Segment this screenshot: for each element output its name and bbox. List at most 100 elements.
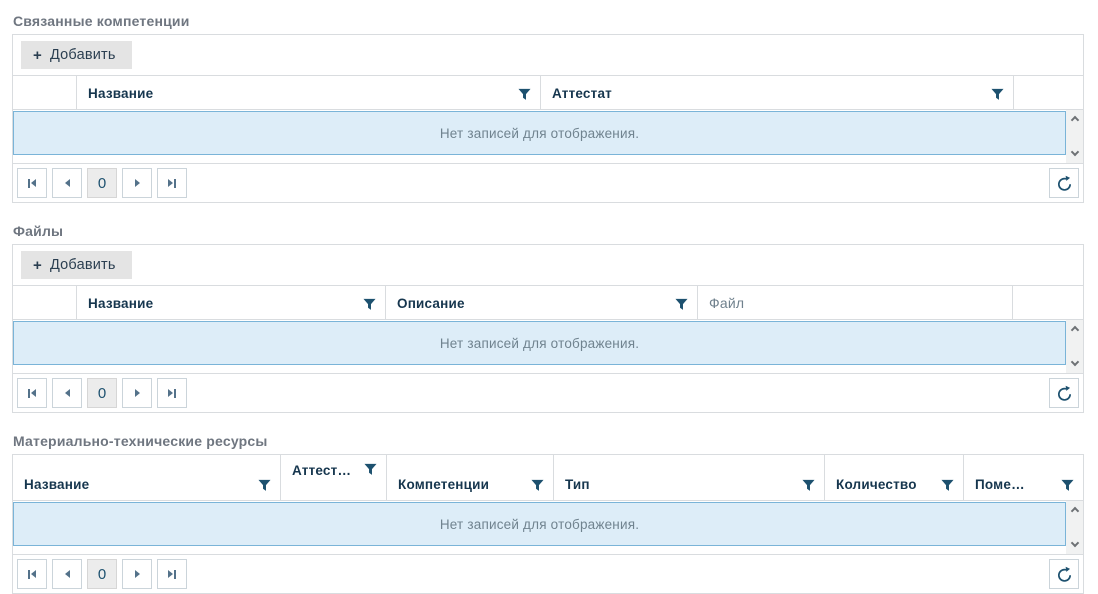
column-label: Количество: [836, 477, 917, 492]
last-page-button[interactable]: [157, 559, 187, 589]
prev-page-button[interactable]: [52, 168, 82, 198]
column-header-name[interactable]: Название: [77, 76, 541, 109]
current-page-button[interactable]: 0: [87, 168, 117, 198]
section-material-resources: Материально-технические ресурсы Название…: [12, 433, 1085, 594]
next-page-button[interactable]: [122, 168, 152, 198]
filter-funnel-icon[interactable]: [1061, 479, 1074, 492]
column-header-name[interactable]: Название: [77, 286, 386, 319]
filter-funnel-icon[interactable]: [675, 298, 688, 311]
arrow-right-icon: [168, 179, 173, 187]
grid-pager: 0: [13, 554, 1083, 593]
first-page-button[interactable]: [17, 168, 47, 198]
column-label: Название: [88, 296, 153, 311]
add-button[interactable]: + Добавить: [21, 41, 132, 69]
column-label: Компетенции: [398, 477, 489, 492]
column-header-spacer: [1014, 76, 1083, 109]
column-header-blank: [13, 76, 77, 109]
grid-header-row: Название Аттест… Компетенции: [13, 455, 1083, 501]
first-page-button[interactable]: [17, 559, 47, 589]
column-header-certificate[interactable]: Аттест…: [281, 455, 387, 500]
chevron-down-icon[interactable]: [1070, 358, 1078, 366]
refresh-icon: [1056, 385, 1073, 402]
chevron-up-icon[interactable]: [1070, 326, 1078, 334]
prev-page-button[interactable]: [52, 378, 82, 408]
filter-funnel-icon[interactable]: [531, 479, 544, 492]
grid-toolbar: + Добавить: [13, 245, 1083, 286]
section-title: Связанные компетенции: [13, 13, 1085, 29]
column-header-quantity[interactable]: Количество: [825, 455, 964, 500]
refresh-button[interactable]: [1049, 168, 1079, 198]
seek-first-icon: [28, 389, 30, 398]
plus-icon: +: [33, 48, 42, 63]
vertical-scrollbar[interactable]: [1066, 501, 1083, 554]
add-button-label: Добавить: [50, 47, 116, 63]
grid-body: Нет записей для отображения.: [13, 110, 1083, 163]
section-title: Файлы: [13, 223, 1085, 239]
column-header-room[interactable]: Поме…: [964, 455, 1083, 500]
refresh-icon: [1056, 175, 1073, 192]
empty-message: Нет записей для отображения.: [13, 111, 1066, 155]
refresh-button[interactable]: [1049, 559, 1079, 589]
last-page-button[interactable]: [157, 378, 187, 408]
column-header-file: Файл: [698, 286, 1013, 319]
next-page-button[interactable]: [122, 378, 152, 408]
column-header-competencies[interactable]: Компетенции: [387, 455, 554, 500]
column-header-blank: [13, 286, 77, 319]
chevron-up-icon[interactable]: [1070, 507, 1078, 515]
filter-funnel-icon[interactable]: [518, 88, 531, 101]
page: Связанные компетенции + Добавить Названи…: [0, 0, 1098, 594]
add-button[interactable]: + Добавить: [21, 251, 132, 279]
column-label: Тип: [565, 477, 590, 492]
filter-funnel-icon[interactable]: [363, 298, 376, 311]
arrow-right-icon: [168, 570, 173, 578]
grid-body: Нет записей для отображения.: [13, 501, 1083, 554]
section-related-competencies: Связанные компетенции + Добавить Названи…: [12, 13, 1085, 203]
prev-page-button[interactable]: [52, 559, 82, 589]
column-header-description[interactable]: Описание: [386, 286, 698, 319]
column-header-spacer: [1013, 286, 1083, 319]
current-page-button[interactable]: 0: [87, 378, 117, 408]
grid-header-row: Название Аттестат: [13, 76, 1083, 110]
seek-last-icon: [174, 389, 176, 398]
filter-funnel-icon[interactable]: [991, 88, 1004, 101]
arrow-left-icon: [31, 570, 36, 578]
chevron-down-icon[interactable]: [1070, 539, 1078, 547]
arrow-left-icon: [65, 179, 70, 187]
column-label: Название: [88, 86, 153, 101]
filter-funnel-icon[interactable]: [258, 479, 271, 492]
grid-header-row: Название Описание Файл: [13, 286, 1083, 320]
arrow-left-icon: [31, 179, 36, 187]
refresh-button[interactable]: [1049, 378, 1079, 408]
column-header-type[interactable]: Тип: [554, 455, 825, 500]
grid-body: Нет записей для отображения.: [13, 320, 1083, 373]
column-label: Аттестат: [552, 86, 612, 101]
chevron-down-icon[interactable]: [1070, 148, 1078, 156]
refresh-icon: [1056, 566, 1073, 583]
first-page-button[interactable]: [17, 378, 47, 408]
section-files: Файлы + Добавить Название Описание: [12, 223, 1085, 413]
competencies-grid: + Добавить Название Аттестат: [12, 34, 1084, 203]
next-page-button[interactable]: [122, 559, 152, 589]
grid-pager: 0: [13, 373, 1083, 412]
vertical-scrollbar[interactable]: [1066, 320, 1083, 373]
vertical-scrollbar[interactable]: [1066, 110, 1083, 163]
arrow-left-icon: [65, 389, 70, 397]
chevron-up-icon[interactable]: [1070, 116, 1078, 124]
filter-funnel-icon[interactable]: [364, 463, 377, 476]
plus-icon: +: [33, 258, 42, 273]
arrow-left-icon: [31, 389, 36, 397]
grid-toolbar: + Добавить: [13, 35, 1083, 76]
filter-funnel-icon[interactable]: [941, 479, 954, 492]
last-page-button[interactable]: [157, 168, 187, 198]
arrow-right-icon: [135, 389, 140, 397]
add-button-label: Добавить: [50, 257, 116, 273]
column-label: Поме…: [975, 477, 1025, 492]
grid-pager: 0: [13, 163, 1083, 202]
empty-message: Нет записей для отображения.: [13, 502, 1066, 546]
empty-message: Нет записей для отображения.: [13, 321, 1066, 365]
current-page-button[interactable]: 0: [87, 559, 117, 589]
column-header-certificate[interactable]: Аттестат: [541, 76, 1014, 109]
column-header-name[interactable]: Название: [13, 455, 281, 500]
column-label: Аттест…: [292, 463, 351, 478]
filter-funnel-icon[interactable]: [802, 479, 815, 492]
